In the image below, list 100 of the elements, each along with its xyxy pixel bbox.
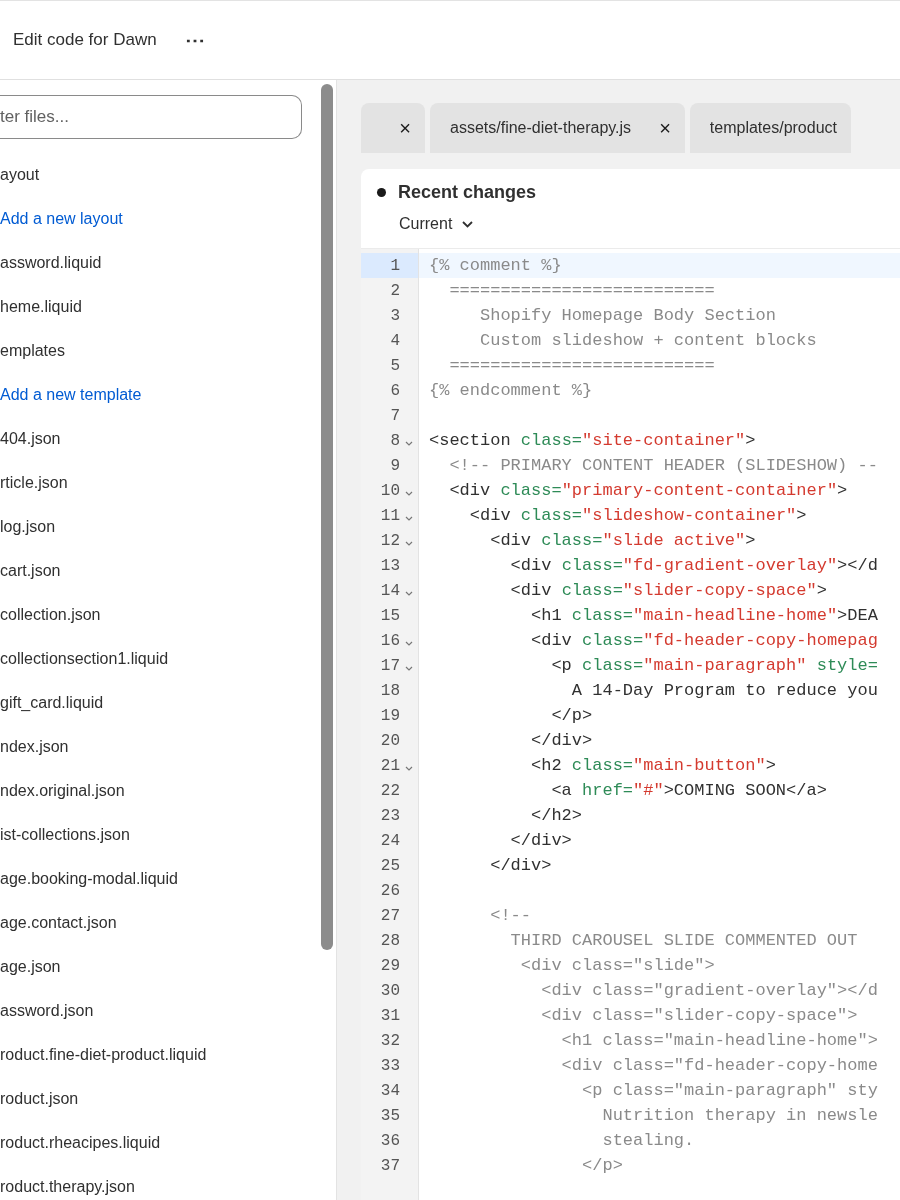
folder-label[interactable]: ayout [0, 153, 40, 197]
file-item[interactable]: roduct.therapy.json [0, 1165, 135, 1200]
page-title: Edit code for Dawn [13, 29, 157, 52]
code-line: Nutrition therapy in newsle [601, 1104, 878, 1127]
file-item[interactable]: age.contact.json [0, 901, 117, 945]
code-line: {% endcomment %} [429, 379, 593, 402]
line-number: 36 [380, 1130, 400, 1152]
code-line: ========================== [448, 279, 715, 302]
code-line: <div class="gradient-overlay"></d [540, 979, 878, 1002]
line-number: 32 [380, 1030, 400, 1052]
code-line: A 14-Day Program to reduce you [570, 679, 878, 702]
line-number: 21 [380, 755, 400, 777]
code-line: </div> [530, 729, 593, 752]
line-number: 26 [380, 880, 400, 902]
code-line: Custom slideshow + content blocks [479, 329, 817, 352]
line-number: 8 [390, 430, 400, 452]
line-number: 24 [380, 830, 400, 852]
file-item[interactable]: assword.liquid [0, 241, 102, 285]
line-number: 17 [380, 655, 400, 677]
line-number: 31 [380, 1005, 400, 1027]
code-line: <h2 class="main-button"> [530, 754, 776, 777]
line-number: 6 [390, 380, 400, 402]
fold-chevron-icon[interactable] [405, 766, 413, 772]
line-number: 27 [380, 905, 400, 927]
fold-chevron-icon[interactable] [405, 516, 413, 522]
line-number: 28 [380, 930, 400, 952]
code-line: <h1 class="main-headline-home"> [560, 1029, 878, 1052]
line-number: 11 [380, 505, 400, 527]
line-number: 10 [380, 480, 400, 502]
line-number: 15 [380, 605, 400, 627]
file-item[interactable]: cart.json [0, 549, 61, 593]
file-tab[interactable]: templates/product [689, 103, 851, 153]
code-line: </p> [581, 1154, 623, 1177]
code-line: </div> [509, 829, 572, 852]
add-file-link[interactable]: Add a new template [0, 373, 142, 417]
add-file-link[interactable]: Add a new layout [0, 197, 123, 241]
file-item[interactable]: log.json [0, 505, 56, 549]
code-line: stealing. [601, 1129, 695, 1152]
code-line: <!-- [489, 904, 532, 927]
line-number: 12 [380, 530, 400, 552]
line-number: 18 [380, 680, 400, 702]
fold-chevron-icon[interactable] [405, 541, 413, 547]
file-item[interactable]: age.booking-modal.liquid [0, 857, 178, 901]
code-line: <div class="primary-content-container"> [448, 479, 848, 502]
code-line: <div class="fd-header-copy-home [560, 1054, 878, 1077]
code-line: <div class="slide active"> [489, 529, 756, 552]
tab-label[interactable]: templates/product [709, 116, 837, 140]
filter-files-field[interactable]: ter files... [0, 95, 302, 139]
file-item[interactable]: heme.liquid [0, 285, 82, 329]
file-item[interactable]: ndex.json [0, 725, 69, 769]
code-line: <div class="slide"> [519, 954, 715, 977]
code-line: <section class="site-container"> [429, 429, 756, 452]
line-number: 35 [380, 1105, 400, 1127]
file-item[interactable]: 404.json [0, 417, 61, 461]
line-number: 7 [390, 405, 400, 427]
line-number: 25 [380, 855, 400, 877]
file-item[interactable]: ist-collections.json [0, 813, 130, 857]
line-number: 30 [380, 980, 400, 1002]
file-item[interactable]: assword.json [0, 989, 94, 1033]
code-line: </div> [489, 854, 552, 877]
line-number: 29 [380, 955, 400, 977]
file-item[interactable]: roduct.json [0, 1077, 79, 1121]
code-line: <!-- PRIMARY CONTENT HEADER (SLIDESHOW) -- [448, 454, 878, 477]
fold-chevron-icon[interactable] [405, 491, 413, 497]
fold-chevron-icon[interactable] [405, 591, 413, 597]
code-line: <a href="#">COMING SOON</a> [550, 779, 827, 802]
code-line: <div class="slider-copy-space"> [509, 579, 827, 602]
line-number: 23 [380, 805, 400, 827]
file-item[interactable]: gift_card.liquid [0, 681, 104, 725]
code-line: <h1 class="main-headline-home">DEA [530, 604, 878, 627]
file-item[interactable]: collectionsection1.liquid [0, 637, 169, 681]
file-item[interactable]: ndex.original.json [0, 769, 125, 813]
file-tab[interactable]: assets/fine-diet-therapy.js × [430, 103, 685, 153]
line-number: 9 [390, 455, 400, 477]
fold-chevron-icon[interactable] [405, 641, 413, 647]
line-number: 1 [390, 255, 400, 277]
file-item[interactable]: collection.json [0, 593, 101, 637]
folder-label[interactable]: emplates [0, 329, 65, 373]
fold-chevron-icon[interactable] [405, 666, 413, 672]
scrollbar[interactable] [321, 84, 333, 950]
file-item[interactable]: roduct.rheacipes.liquid [0, 1121, 161, 1165]
code-line: Shopify Homepage Body Section [479, 304, 776, 327]
line-number: 37 [380, 1155, 400, 1177]
version-dropdown[interactable]: Current [399, 212, 474, 236]
code-line: </p> [550, 704, 593, 727]
file-item[interactable]: rticle.json [0, 461, 68, 505]
recent-changes-heading: Recent changes [398, 181, 537, 204]
fold-chevron-icon[interactable] [405, 441, 413, 447]
more-actions-button[interactable]: ⋯ [180, 30, 209, 50]
file-item[interactable]: age.json [0, 945, 61, 989]
code-line: <p class="main-paragraph" style= [550, 654, 878, 677]
file-tab[interactable]: × [361, 103, 425, 153]
tab-label[interactable]: assets/fine-diet-therapy.js [450, 116, 632, 140]
line-number: 3 [390, 305, 400, 327]
line-number: 2 [390, 280, 400, 302]
code-line: <div class="slider-copy-space"> [540, 1004, 858, 1027]
close-tab-button[interactable]: × [659, 118, 671, 138]
file-item[interactable]: roduct.fine-diet-product.liquid [0, 1033, 207, 1077]
line-number: 14 [380, 580, 400, 602]
close-tab-button[interactable]: × [399, 118, 411, 138]
